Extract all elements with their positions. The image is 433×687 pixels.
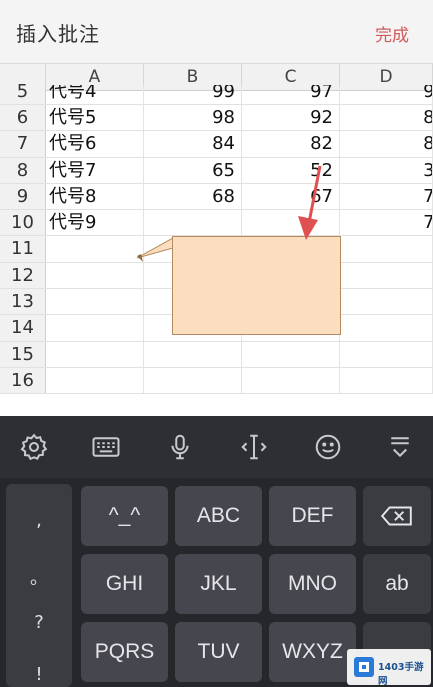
- key-pqrs[interactable]: PQRS: [81, 622, 168, 682]
- cell-d[interactable]: 76: [340, 210, 433, 236]
- key-emoticon[interactable]: ^_^: [81, 486, 168, 546]
- cell-a[interactable]: 代号8: [46, 183, 144, 210]
- cell-a[interactable]: 代号5: [46, 105, 144, 131]
- key-def[interactable]: DEF: [269, 486, 356, 546]
- table-row: 8代号76552 32: [0, 157, 433, 184]
- cell-b[interactable]: 98: [144, 105, 242, 131]
- done-button[interactable]: 完成: [375, 21, 409, 46]
- cell-b[interactable]: [144, 341, 242, 367]
- cell-d[interactable]: [340, 341, 433, 367]
- cell-c[interactable]: 82: [242, 131, 340, 157]
- key-wxyz[interactable]: WXYZ: [269, 622, 356, 682]
- table-row: 16: [0, 367, 433, 395]
- cell-b[interactable]: 84: [144, 131, 242, 157]
- keyboard-icon[interactable]: [90, 432, 122, 462]
- emoji-icon[interactable]: [312, 432, 344, 462]
- symbol-key-exclamation[interactable]: !: [6, 664, 72, 685]
- cell-a[interactable]: [46, 367, 144, 394]
- cell-a[interactable]: [46, 315, 144, 341]
- cell-d-value: 32: [423, 160, 432, 181]
- row-header[interactable]: 7: [0, 131, 46, 157]
- symbol-key-question[interactable]: ?: [6, 612, 72, 633]
- cell-a[interactable]: 代号9: [46, 210, 144, 236]
- row-header[interactable]: 8: [0, 157, 46, 183]
- symbol-column[interactable]: , 。 ? !: [6, 484, 72, 687]
- table-row: 7代号68482 88: [0, 131, 433, 158]
- cell-d[interactable]: [340, 236, 433, 262]
- cell-c[interactable]: [242, 210, 340, 236]
- cell-d-value: 77: [423, 186, 432, 207]
- symbol-key-comma[interactable]: ,: [6, 510, 72, 531]
- watermark-text: 1403手游网: [378, 662, 424, 687]
- text-cursor-icon[interactable]: [238, 432, 270, 462]
- cell-c[interactable]: [242, 367, 340, 394]
- microphone-icon[interactable]: [164, 432, 196, 462]
- cell-d[interactable]: [340, 315, 433, 341]
- cell-a[interactable]: [46, 341, 144, 367]
- cell-d-value: 88: [423, 133, 432, 154]
- cell-c[interactable]: [242, 341, 340, 367]
- table-row: 15: [0, 341, 433, 368]
- cell-d-value: 87: [423, 107, 432, 128]
- cell-c[interactable]: 67: [242, 183, 340, 210]
- cell-d[interactable]: [340, 289, 433, 315]
- cell-b[interactable]: 99: [144, 85, 242, 104]
- key-mno[interactable]: MNO: [269, 554, 356, 614]
- key-abc[interactable]: ABC: [175, 486, 262, 546]
- row-header[interactable]: 9: [0, 183, 46, 210]
- row-header[interactable]: 11: [0, 236, 46, 262]
- cell-a[interactable]: 代号6: [46, 131, 144, 157]
- cell-b[interactable]: [144, 367, 242, 394]
- cell-b[interactable]: [144, 210, 242, 236]
- cell-d[interactable]: 32: [340, 157, 433, 183]
- cell-a[interactable]: 代号4: [46, 85, 144, 104]
- site-watermark: 1403手游网: [347, 649, 431, 687]
- key-jkl[interactable]: JKL: [175, 554, 262, 614]
- key-ghi[interactable]: GHI: [81, 554, 168, 614]
- row-header[interactable]: 6: [0, 105, 46, 131]
- cell-a[interactable]: [46, 236, 144, 262]
- cell-a[interactable]: 代号7: [46, 157, 144, 183]
- cell-c[interactable]: 92: [242, 105, 340, 131]
- cell-d[interactable]: [340, 367, 433, 394]
- row-header[interactable]: 10: [0, 210, 46, 236]
- key-tuv[interactable]: TUV: [175, 622, 262, 682]
- cell-a[interactable]: [46, 289, 144, 315]
- top-bar: 插入批注 完成: [0, 0, 433, 64]
- cell-d[interactable]: 88: [340, 131, 433, 157]
- symbol-key-period[interactable]: 。: [6, 564, 72, 590]
- cell-d[interactable]: 96: [340, 85, 433, 104]
- t9-keyboard: , 。 ? ! ^_^ ABC DEF GHI JKL MNO ab PQRS …: [0, 478, 433, 687]
- cell-a[interactable]: [46, 262, 144, 289]
- table-row: 9代号86867 77: [0, 183, 433, 211]
- comment-box[interactable]: [172, 236, 341, 335]
- row-header[interactable]: 13: [0, 289, 46, 315]
- cell-b[interactable]: 68: [144, 183, 242, 210]
- table-row: 5代号49997 96: [0, 83, 433, 105]
- cell-c[interactable]: 52: [242, 157, 340, 183]
- table-row: 6代号59892 87: [0, 105, 433, 132]
- watermark-logo-icon: [354, 657, 374, 677]
- table-row: 10代号9 76: [0, 210, 433, 237]
- row-header[interactable]: 12: [0, 262, 46, 289]
- page-title: 插入批注: [16, 22, 100, 46]
- row-header[interactable]: 16: [0, 367, 46, 394]
- cell-d[interactable]: [340, 262, 433, 289]
- backspace-icon: [380, 506, 412, 526]
- cell-d-value: 76: [423, 212, 432, 233]
- row-header[interactable]: 15: [0, 341, 46, 367]
- backspace-key[interactable]: [363, 486, 431, 546]
- gear-icon[interactable]: [18, 432, 50, 462]
- cell-d-value: 96: [423, 85, 432, 102]
- key-case-toggle[interactable]: ab: [363, 554, 431, 614]
- cell-c[interactable]: 97: [242, 85, 340, 104]
- cell-d[interactable]: 87: [340, 105, 433, 131]
- cell-b[interactable]: 65: [144, 157, 242, 183]
- keyboard-toolbar: [0, 416, 433, 478]
- row-header[interactable]: 14: [0, 315, 46, 341]
- cell-d[interactable]: 77: [340, 183, 433, 210]
- collapse-keyboard-icon[interactable]: [384, 432, 416, 462]
- row-header[interactable]: 5: [0, 83, 46, 104]
